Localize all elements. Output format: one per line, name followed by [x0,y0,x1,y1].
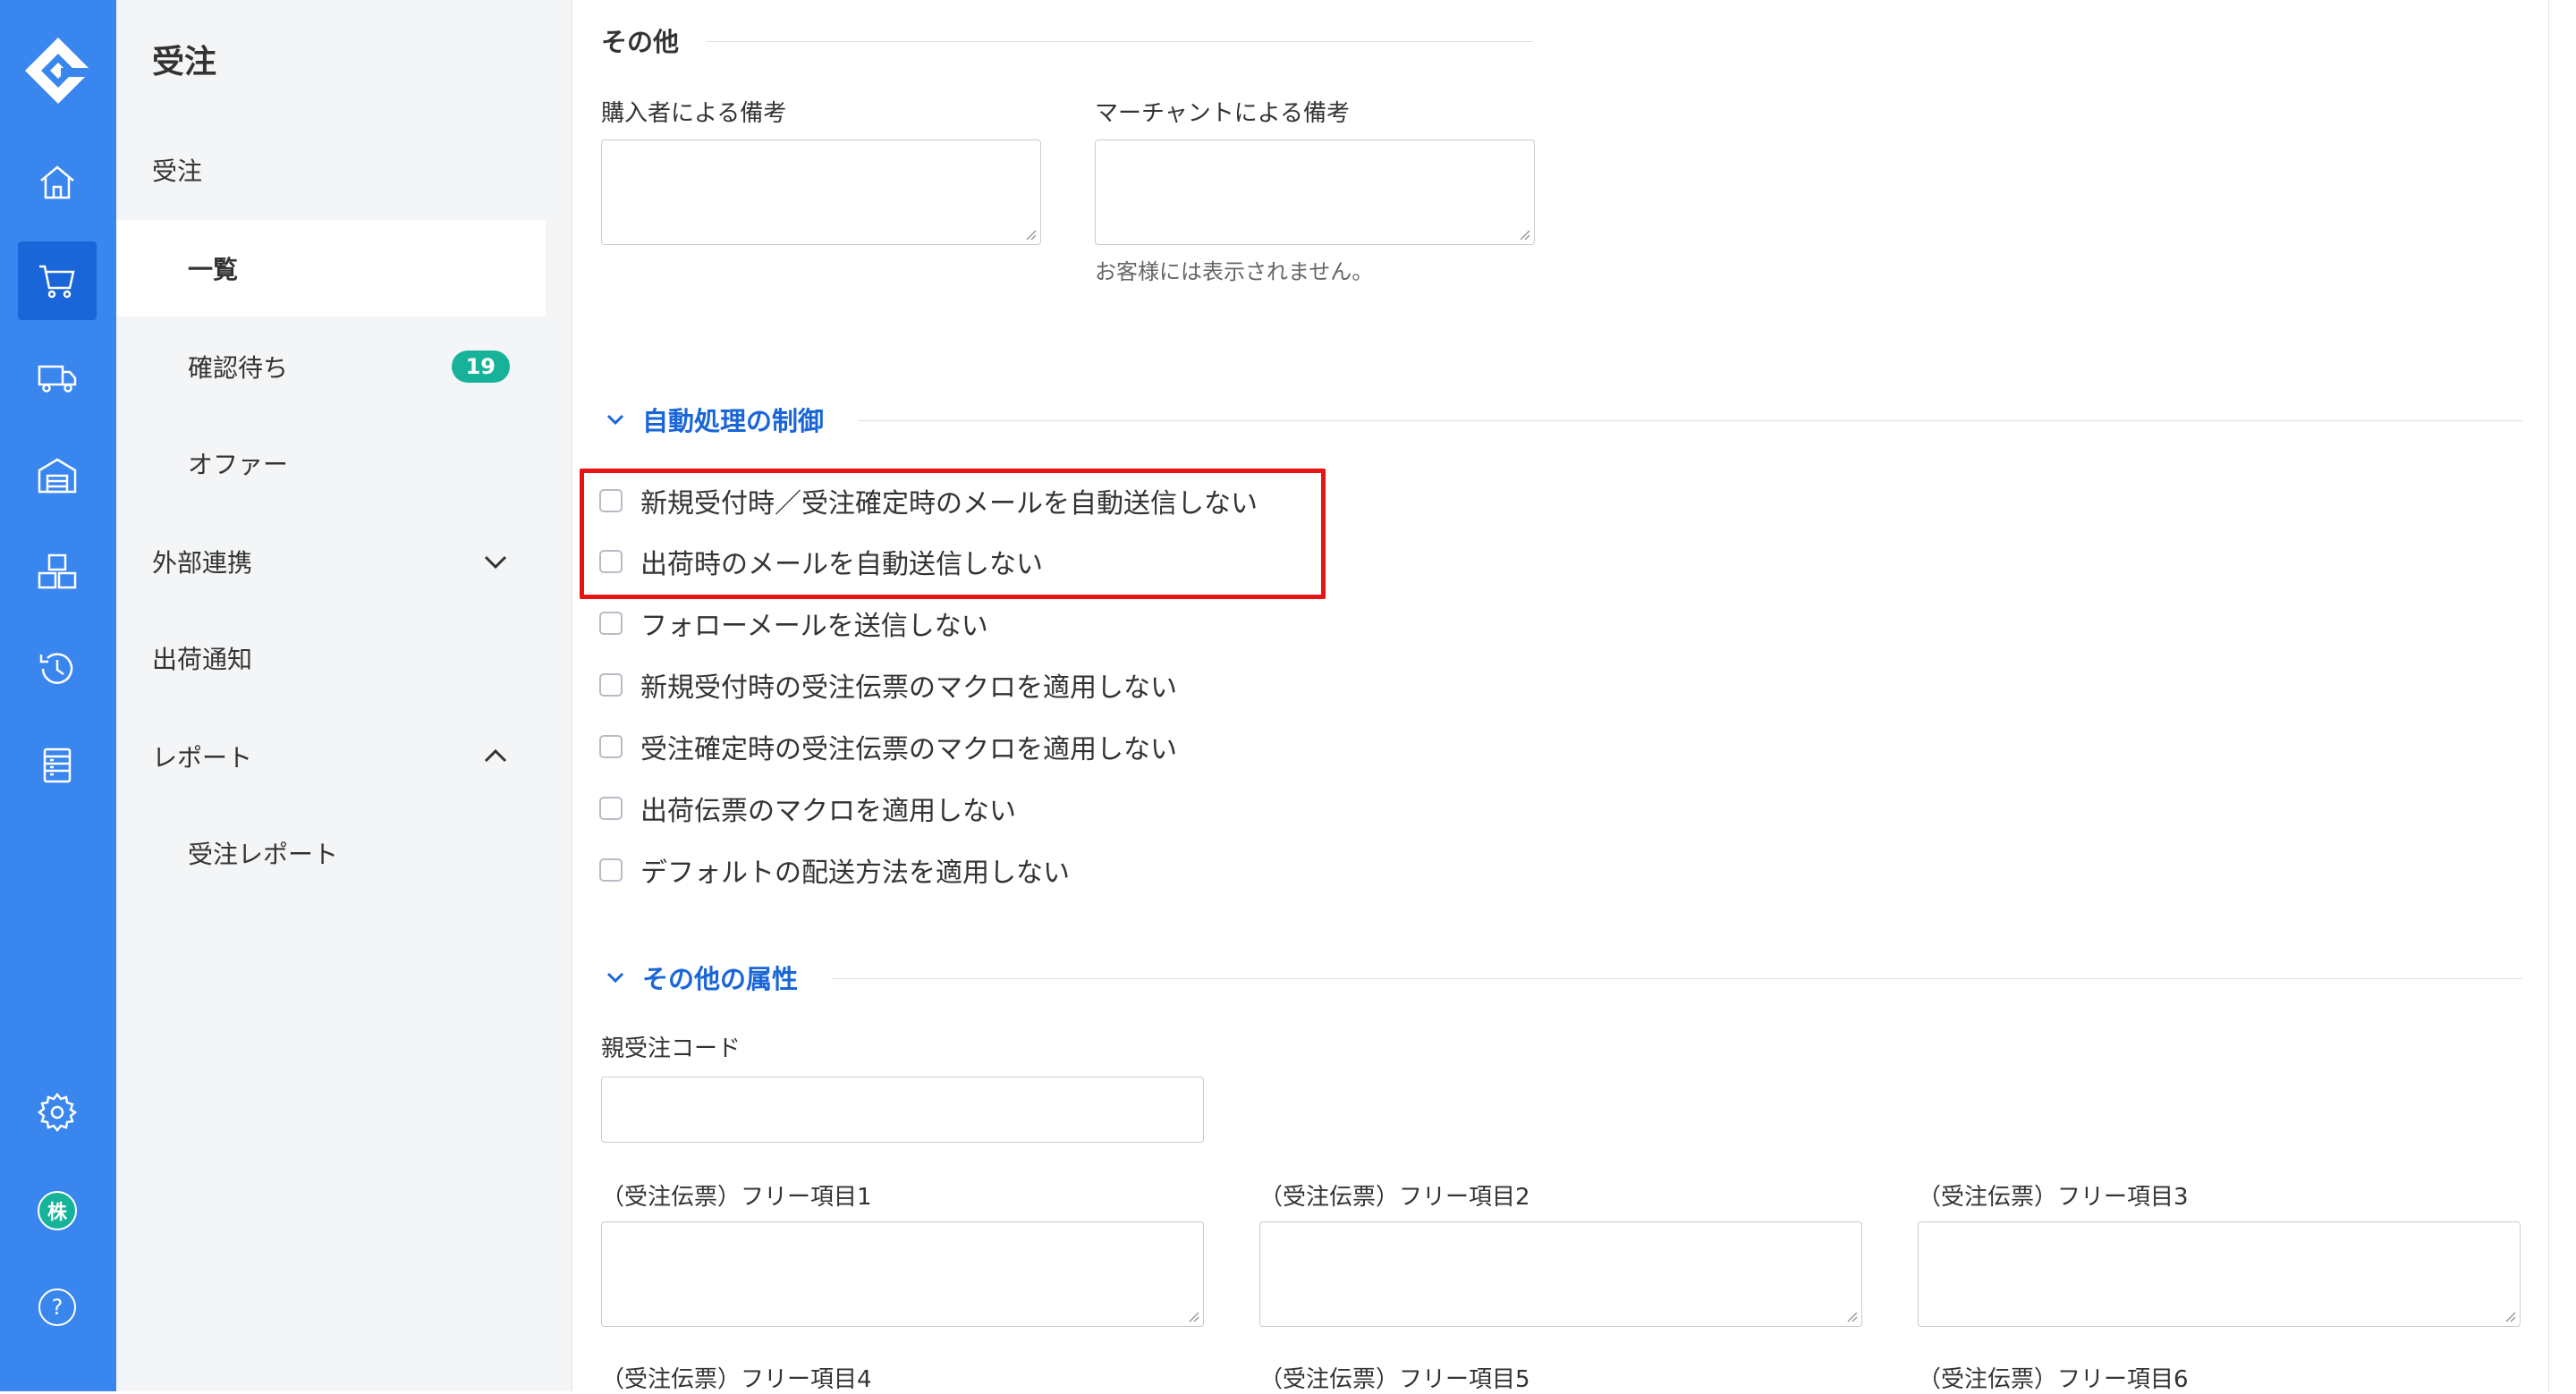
resize-grip-icon [1189,1312,1199,1322]
help-icon: ? [38,1288,76,1326]
nav-warehouse[interactable] [18,436,97,515]
gear-icon [37,1092,78,1133]
sidebar-item-label: 受注 [152,156,203,186]
warehouse-icon [38,458,77,494]
avatar: 株 [38,1191,77,1230]
highlight-box [580,469,1326,599]
nav-help[interactable]: ? [18,1268,97,1347]
order-form: その他 購入者による備考 マーチャントによる備考 お客様には表示されません。 自… [572,0,2576,1393]
section-title: 自動処理の制御 [642,406,825,436]
free-item-1-textarea[interactable] [601,1221,1204,1327]
merchant-note-textarea[interactable] [1095,139,1535,245]
boxes-icon [38,553,77,589]
section-title: その他の属性 [642,964,799,994]
option-no-follow-mail[interactable]: フォローメールを送信しない [599,604,988,643]
home-icon [40,165,74,199]
option-no-default-delivery[interactable]: デフォルトの配送方法を適用しない [599,850,1070,890]
section-title: その他 [601,27,680,57]
free-item-3-label: （受注伝票）フリー項目3 [1918,1184,2189,1211]
sidebar-item-label: レポート [152,743,253,773]
section-divider [859,420,2522,421]
free-item-4-label: （受注伝票）フリー項目4 [601,1366,872,1393]
free-item-3-textarea[interactable] [1918,1221,2521,1327]
logo-icon[interactable] [21,34,95,107]
sidebar-item-label: 確認待ち [188,353,289,383]
option-no-shipping-macro[interactable]: 出荷伝票のマクロを適用しない [599,789,1016,828]
option-label: フォローメールを送信しない [640,611,988,642]
section-attrs-heading[interactable]: その他の属性 [605,959,798,996]
company-avatar[interactable]: 株 [18,1171,97,1250]
resize-grip-icon [1026,230,1037,241]
resize-grip-icon [1520,230,1530,241]
chevron-down-icon [484,555,507,570]
sidebar-item-shipping-notice[interactable]: 出荷通知 [116,610,546,706]
sidebar-item-label: 外部連携 [152,548,253,578]
option-label: 出荷伝票のマクロを適用しない [640,796,1016,827]
checkbox[interactable] [599,858,623,882]
checkbox[interactable] [599,673,623,697]
merchant-note-label: マーチャントによる備考 [1095,100,1350,127]
sidebar-item-offer[interactable]: オファー [116,415,546,511]
buyer-note-label: 購入者による備考 [601,100,787,127]
section-other-heading: その他 [601,21,679,59]
buyer-note-textarea[interactable] [601,139,1041,245]
sidebar-item-orders[interactable]: 受注 [116,122,546,218]
scrollbar-track[interactable] [2548,0,2576,1391]
nav-history[interactable] [18,629,97,708]
option-no-new-order-macro[interactable]: 新規受付時の受注伝票のマクロを適用しない [599,665,1177,705]
nav-orders[interactable] [18,241,97,320]
sidebar-item-report[interactable]: レポート [116,708,546,805]
section-auto-heading[interactable]: 自動処理の制御 [605,401,824,438]
checkbox[interactable] [599,612,623,635]
sidebar-item-list[interactable]: 一覧 [116,220,546,317]
history-icon [39,653,73,684]
checkbox[interactable] [599,797,623,820]
resize-grip-icon [1847,1312,1858,1322]
sidebar-item-order-report[interactable]: 受注レポート [116,805,546,901]
chevron-up-icon [484,748,507,763]
sidebar-item-integration[interactable]: 外部連携 [116,513,546,610]
parent-code-label: 親受注コード [601,1035,741,1062]
nav-shipping[interactable] [18,338,97,417]
free-item-1-label: （受注伝票）フリー項目1 [601,1184,872,1211]
free-item-2-textarea[interactable] [1259,1221,1862,1327]
sidebar-item-label: オファー [188,450,289,479]
free-item-6-label: （受注伝票）フリー項目6 [1918,1366,2189,1393]
free-item-2-label: （受注伝票）フリー項目2 [1259,1184,1530,1211]
sidebar-title: 受注 [152,44,217,80]
nav-settings[interactable] [18,1073,97,1152]
sidebar-item-pending[interactable]: 確認待ち 19 [116,318,546,415]
pending-count-badge: 19 [451,351,510,383]
sidebar-item-label: 出荷通知 [152,645,253,674]
nav-home[interactable] [18,143,97,222]
option-label: 受注確定時の受注伝票のマクロを適用しない [640,734,1177,765]
section-divider [707,41,1533,42]
chevron-down-icon [606,972,624,984]
section-divider [832,978,2522,979]
option-no-confirm-macro[interactable]: 受注確定時の受注伝票のマクロを適用しない [599,727,1177,766]
free-item-5-label: （受注伝票）フリー項目5 [1259,1366,1530,1393]
icon-rail: 株 ? [0,0,116,1391]
resize-grip-icon [2505,1312,2516,1322]
option-label: デフォルトの配送方法を適用しない [640,858,1070,889]
orders-sidebar: 受注 受注 一覧 確認待ち 19 オファー 外部連携 出荷通知 レポート 受注レ… [116,0,546,1391]
cart-icon [39,265,75,299]
truck-icon [38,365,77,393]
sidebar-item-label: 一覧 [188,255,239,284]
chevron-down-icon [606,414,624,426]
sidebar-gutter [546,0,572,1391]
parent-code-input[interactable] [601,1077,1204,1143]
nav-inventory[interactable] [18,533,97,612]
option-label: 新規受付時の受注伝票のマクロを適用しない [640,672,1177,704]
merchant-note-hint: お客様には表示されません。 [1095,259,1374,284]
sidebar-item-label: 受注レポート [188,840,339,869]
checkbox[interactable] [599,735,623,758]
list-icon [43,748,72,783]
nav-list[interactable] [18,726,97,805]
